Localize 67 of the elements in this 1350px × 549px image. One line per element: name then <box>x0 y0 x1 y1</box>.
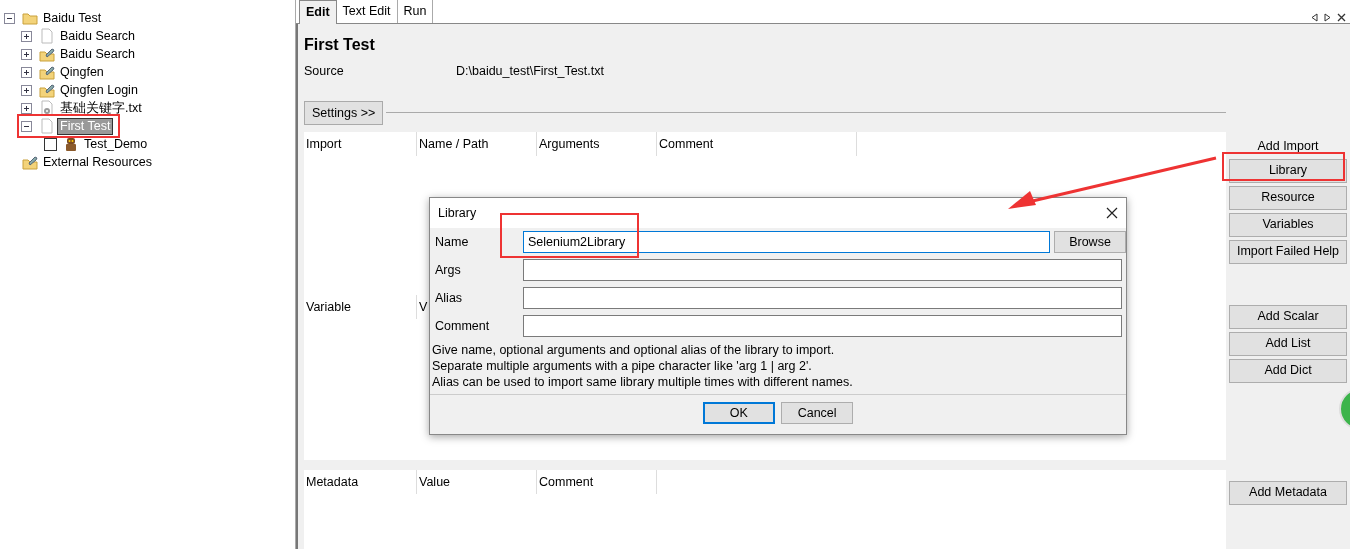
section-heading: Add Import <box>1257 137 1319 155</box>
field-label: Comment <box>435 317 491 335</box>
help-text: Alias can be used to import same library multiple times with different names. <box>432 374 854 390</box>
column-header: Arguments <box>537 132 657 157</box>
scroll-left-icon <box>1311 13 1318 22</box>
tree-item[interactable]: Baidu Test <box>41 10 104 26</box>
column-header: Name / Path <box>417 132 537 157</box>
expand-icon[interactable] <box>21 48 32 60</box>
column-header: Variable <box>304 295 417 320</box>
close-icon[interactable] <box>1106 207 1118 219</box>
input-field[interactable] <box>523 259 1122 281</box>
gear-document-icon <box>39 100 55 116</box>
browse-button[interactable]: Browse <box>1054 231 1126 253</box>
dialog-button[interactable]: OK <box>702 402 775 424</box>
column-header: Metadata <box>304 470 417 495</box>
import-button[interactable]: Library <box>1229 158 1347 183</box>
input-field[interactable]: Selenium2Library <box>523 231 1050 253</box>
scroll-right-icon <box>1324 13 1331 22</box>
help-text: Separate multiple arguments with a pipe character like 'arg 1 | arg 2'. <box>432 358 813 374</box>
input-field[interactable] <box>523 287 1122 309</box>
folder-wrench-icon <box>39 64 55 80</box>
column-header: Comment <box>537 470 657 495</box>
expand-icon[interactable] <box>21 30 32 42</box>
tree-item[interactable]: Test_Demo <box>82 136 150 152</box>
suite-title: First Test <box>304 34 376 55</box>
tree-item[interactable]: 基础关键字.txt <box>58 100 144 116</box>
collapse-icon[interactable] <box>4 12 15 24</box>
field-label: Args <box>435 261 462 279</box>
variable-button[interactable]: Add Dict <box>1229 358 1347 383</box>
checkbox[interactable] <box>44 137 57 151</box>
folder-icon <box>22 10 38 26</box>
tab[interactable]: Text Edit <box>336 0 398 23</box>
source-label: Source <box>304 62 345 80</box>
column-header: Value <box>417 470 537 495</box>
field-label: Name <box>435 233 470 251</box>
expand-icon[interactable] <box>21 66 32 78</box>
folder-wrench-icon <box>22 154 38 170</box>
tree-item[interactable]: Baidu Search <box>58 46 138 62</box>
expand-icon[interactable] <box>21 84 32 96</box>
help-text: Give name, optional arguments and optional alias of the library to import. <box>432 342 836 358</box>
input-field[interactable] <box>523 315 1122 337</box>
document-icon <box>39 28 55 44</box>
dialog-button[interactable]: Cancel <box>781 402 854 424</box>
import-button[interactable]: Resource <box>1229 185 1347 210</box>
tab[interactable]: Edit <box>299 0 337 24</box>
tab[interactable]: Run <box>397 0 434 23</box>
dialog-title: Library <box>438 204 477 222</box>
settings-button[interactable]: Settings >> <box>304 100 384 126</box>
folder-wrench-icon <box>39 46 55 62</box>
column-header: Comment <box>657 132 857 157</box>
variable-button[interactable]: Add Scalar <box>1229 304 1347 329</box>
document-icon <box>39 118 55 134</box>
import-button[interactable]: Import Failed Help <box>1229 239 1347 264</box>
robot-icon <box>63 136 79 152</box>
tree-item[interactable]: External Resources <box>41 154 155 170</box>
tree-item[interactable]: Qingfen <box>58 64 106 80</box>
source-path: D:\baidu_test\First_Test.txt <box>456 62 604 80</box>
import-button[interactable]: Variables <box>1229 212 1347 237</box>
close-icon <box>1337 13 1346 22</box>
tree-item[interactable]: Baidu Search <box>58 28 138 44</box>
tree-item[interactable]: Qingfen Login <box>58 82 140 98</box>
metadata-button[interactable]: Add Metadata <box>1229 480 1347 505</box>
collapse-icon[interactable] <box>21 120 32 132</box>
expand-icon[interactable] <box>21 102 32 114</box>
column-header: Import <box>304 132 417 157</box>
folder-wrench-icon <box>39 82 55 98</box>
variable-button[interactable]: Add List <box>1229 331 1347 356</box>
